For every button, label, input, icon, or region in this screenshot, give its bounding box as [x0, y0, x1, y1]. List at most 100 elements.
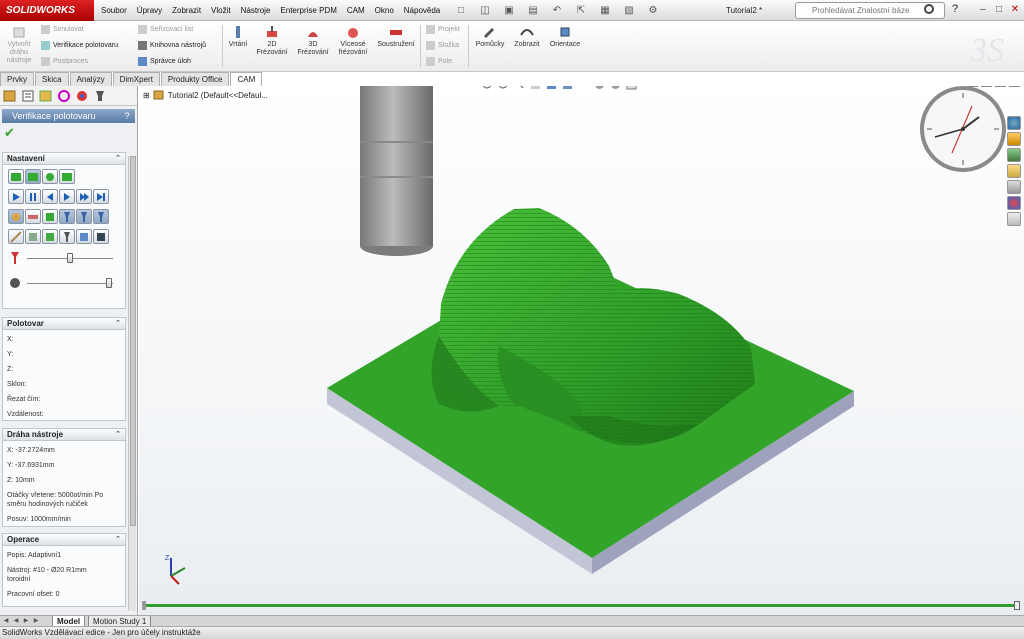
view-orientation-icon[interactable]	[545, 86, 557, 90]
multiaxis-milling-button[interactable]: Víceosé frézování	[336, 25, 370, 57]
gouge-icon[interactable]	[42, 229, 58, 244]
menu-insert[interactable]: Vložit	[206, 0, 236, 21]
collapse-icon[interactable]: ⌃	[115, 153, 121, 165]
detail-slider-track[interactable]	[27, 283, 113, 284]
job-manager-button[interactable]: Správce úloh	[138, 57, 191, 66]
menu-view[interactable]: Zobrazit	[167, 0, 206, 21]
view-settings-icon[interactable]	[625, 86, 637, 90]
speed-slider-thumb[interactable]	[67, 253, 73, 263]
panel-scrollbar-thumb[interactable]	[130, 156, 136, 526]
milling-2d-button[interactable]: 2D Frézování	[255, 25, 289, 57]
tab-analysis[interactable]: Analýzy	[69, 72, 112, 86]
settings-group-header[interactable]: Nastavení ⌃	[3, 153, 125, 165]
toolpath-group-header[interactable]: Dráha nástroje ⌃	[3, 429, 125, 441]
measure-icon[interactable]	[8, 229, 24, 244]
postprocess-button[interactable]: Postproces	[41, 57, 88, 66]
view-palette-icon[interactable]	[1007, 180, 1021, 194]
menu-help[interactable]: Nápověda	[399, 0, 445, 21]
rebuild-icon[interactable]: ▦	[594, 3, 616, 18]
select-icon[interactable]: ⇱	[570, 3, 592, 18]
stock-group-header[interactable]: Polotovar ⌃	[3, 318, 125, 330]
section-view-icon[interactable]	[529, 86, 541, 90]
collapse-icon[interactable]: ⌃	[115, 534, 121, 546]
next-tab-icon[interactable]: ▶	[22, 617, 30, 626]
milling-3d-button[interactable]: 3D Frézování	[296, 25, 330, 57]
simulation-progress-bar[interactable]	[145, 604, 1019, 607]
dimxpert-icon[interactable]	[56, 89, 72, 103]
end-icon[interactable]	[93, 189, 109, 204]
display-style-icon[interactable]	[561, 86, 573, 90]
fixture-display-icon[interactable]	[42, 209, 58, 224]
collapse-icon[interactable]: ⌃	[115, 429, 121, 441]
appearance-icon[interactable]	[593, 86, 605, 90]
help-icon[interactable]: ?	[121, 110, 133, 122]
section-icon[interactable]	[25, 229, 41, 244]
setup-sheet-button[interactable]: Seřizovací list	[138, 25, 193, 34]
play-icon[interactable]	[8, 189, 24, 204]
tool-tip-icon[interactable]	[93, 209, 109, 224]
help-icon[interactable]: ?	[952, 3, 958, 15]
orientation-button[interactable]: Orientace	[546, 25, 584, 49]
operation-group-header[interactable]: Operace ⌃	[3, 534, 125, 546]
scene-icon[interactable]	[609, 86, 621, 90]
tool-library-button[interactable]: Knihovna nástrojů	[138, 41, 206, 50]
viewport-close-icon[interactable]: ×	[1009, 86, 1020, 87]
file-properties-icon[interactable]: ▧	[618, 3, 640, 18]
feature-tree-icon[interactable]	[2, 89, 18, 103]
menu-edit[interactable]: Úpravy	[132, 0, 167, 21]
save-icon[interactable]: ▣	[498, 3, 520, 18]
next-operation-icon[interactable]	[76, 189, 92, 204]
close-icon[interactable]: ✕	[1010, 5, 1020, 15]
holder-display-icon[interactable]	[25, 209, 41, 224]
tab-dimxpert[interactable]: DimXpert	[112, 72, 160, 86]
create-toolpath-button[interactable]: Vytvořit dráhu nástroje	[3, 25, 35, 65]
hide-show-icon[interactable]	[577, 86, 589, 90]
step-forward-icon[interactable]	[59, 189, 75, 204]
material-icon[interactable]	[59, 229, 75, 244]
pause-icon[interactable]	[25, 189, 41, 204]
panel-scrollbar[interactable]	[128, 156, 136, 611]
menu-enterprise-pdm[interactable]: Enterprise PDM	[275, 0, 341, 21]
field-button[interactable]: Pole	[426, 57, 452, 66]
progress-start-handle[interactable]	[142, 601, 146, 610]
progress-end-handle[interactable]	[1014, 601, 1020, 610]
ok-check-icon[interactable]: ✔	[4, 125, 137, 141]
last-tab-icon[interactable]: ▶	[32, 617, 40, 626]
stock-view-icon[interactable]	[8, 169, 24, 184]
zoom-to-fit-icon[interactable]	[481, 86, 493, 90]
prev-tab-icon[interactable]: ◀	[12, 617, 20, 626]
transparency-icon[interactable]	[76, 229, 92, 244]
solidworks-resources-icon[interactable]	[1007, 116, 1021, 130]
tab-sketch[interactable]: Skica	[35, 72, 69, 86]
search-icon[interactable]	[924, 4, 934, 14]
zoom-stock-icon[interactable]	[42, 169, 58, 184]
tool-display-icon[interactable]	[8, 209, 24, 224]
part-view-icon[interactable]	[25, 169, 41, 184]
first-tab-icon[interactable]: ◀	[2, 617, 10, 626]
graphics-viewport[interactable]: ⊞ Tutorial2 (Default<<Defaul... □ – □ ×	[139, 86, 1024, 615]
options-icon[interactable]: ⚙	[642, 3, 664, 18]
menu-file[interactable]: Soubor	[96, 0, 132, 21]
tab-cam[interactable]: CAM	[230, 72, 263, 86]
compare-icon[interactable]	[59, 169, 75, 184]
design-library-icon[interactable]	[1007, 148, 1021, 162]
undo-icon[interactable]: ↶	[546, 3, 568, 18]
detail-slider-thumb[interactable]	[106, 278, 112, 288]
configuration-icon[interactable]	[38, 89, 54, 103]
folder-button[interactable]: Složka	[426, 41, 459, 50]
cam-tool-icon[interactable]	[92, 89, 108, 103]
search-input[interactable]	[795, 2, 945, 19]
toolpath-display-icon[interactable]	[59, 209, 75, 224]
display-manager-icon[interactable]	[74, 89, 90, 103]
drilling-button[interactable]: Vrtání	[226, 25, 250, 49]
turning-button[interactable]: Soustružení	[374, 25, 418, 49]
print-icon[interactable]: ▤	[522, 3, 544, 18]
verify-stock-button[interactable]: Verifikace polotovaru	[41, 41, 118, 50]
appearances-icon[interactable]	[1007, 196, 1021, 210]
solidworks-logo[interactable]: SOLIDWORKS	[0, 0, 94, 21]
menu-tools[interactable]: Nástroje	[236, 0, 276, 21]
step-back-icon[interactable]	[42, 189, 58, 204]
tool-shank-icon[interactable]	[76, 209, 92, 224]
home-icon[interactable]	[1007, 132, 1021, 146]
menu-window[interactable]: Okno	[370, 0, 399, 21]
